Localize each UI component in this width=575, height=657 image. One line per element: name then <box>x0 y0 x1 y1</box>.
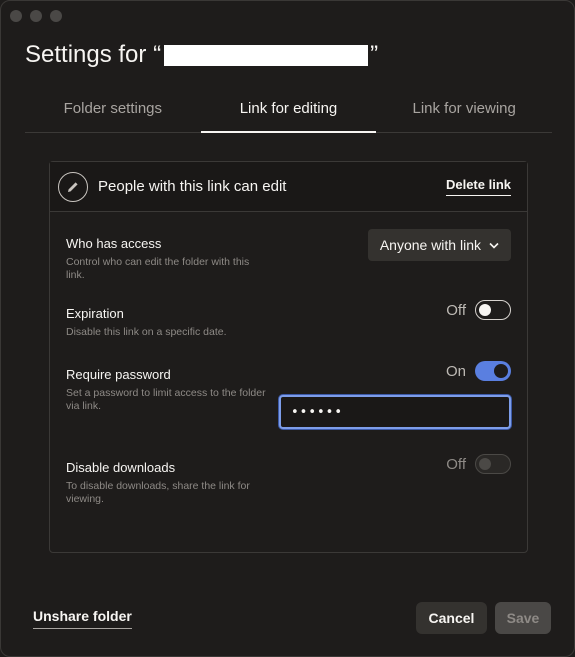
disable-downloads-title: Disable downloads <box>66 460 176 475</box>
expiration-description: Disable this link on a specific date. <box>66 326 227 338</box>
disable-downloads-state: Off <box>446 455 466 473</box>
tab-link-for-editing[interactable]: Link for editing <box>200 87 377 133</box>
close-window-button[interactable] <box>10 10 22 22</box>
require-password-state: On <box>445 362 466 380</box>
dialog-title-suffix: ” <box>370 41 379 68</box>
dialog-title: Settings for “ ” <box>25 41 378 69</box>
require-password-title: Require password <box>66 367 171 382</box>
cancel-button[interactable]: Cancel <box>416 602 487 634</box>
access-dropdown[interactable]: Anyone with link <box>367 229 511 261</box>
disable-downloads-toggle-group: Off <box>446 454 511 474</box>
who-has-access-description: Control who can edit the folder with thi… <box>66 256 250 281</box>
window-controls <box>10 10 62 22</box>
unshare-folder-button[interactable]: Unshare folder <box>33 608 132 629</box>
expiration-toggle[interactable] <box>475 300 511 320</box>
expiration-title: Expiration <box>66 306 124 321</box>
require-password-toggle[interactable] <box>475 361 511 381</box>
require-password-row: Require password Set a password to limit… <box>66 361 511 429</box>
expiration-state: Off <box>446 301 466 319</box>
zoom-window-button[interactable] <box>50 10 62 22</box>
password-input[interactable] <box>279 395 511 429</box>
save-button[interactable]: Save <box>495 602 551 634</box>
expiration-toggle-group: Off <box>446 300 511 320</box>
access-dropdown-value: Anyone with link <box>379 237 481 253</box>
disable-downloads-description: To disable downloads, share the link for… <box>66 480 250 505</box>
redacted-folder-name <box>164 44 369 66</box>
tab-folder-settings[interactable]: Folder settings <box>25 87 201 132</box>
link-settings-card: People with this link can edit Delete li… <box>49 161 528 553</box>
settings-tabs: Folder settings Link for editing Link fo… <box>25 87 552 133</box>
delete-link-button[interactable]: Delete link <box>445 177 511 196</box>
link-card-header: People with this link can edit Delete li… <box>50 162 527 212</box>
pencil-icon <box>58 171 88 202</box>
minimize-window-button[interactable] <box>30 10 42 22</box>
tab-link-for-viewing[interactable]: Link for viewing <box>376 87 552 132</box>
dialog-title-prefix: Settings for “ <box>25 41 162 68</box>
expiration-row: Expiration Disable this link on a specif… <box>66 300 511 339</box>
chevron-down-icon <box>489 242 499 249</box>
require-password-toggle-group: On <box>446 361 511 381</box>
link-permission-label: People with this link can edit <box>98 178 287 195</box>
disable-downloads-row: Disable downloads To disable downloads, … <box>66 454 511 506</box>
require-password-description: Set a password to limit access to the fo… <box>66 387 266 412</box>
settings-window: Settings for “ ” Folder settings Link fo… <box>0 0 575 657</box>
who-has-access-row: Who has access Control who can edit the … <box>66 229 511 282</box>
disable-downloads-toggle[interactable] <box>475 454 511 474</box>
